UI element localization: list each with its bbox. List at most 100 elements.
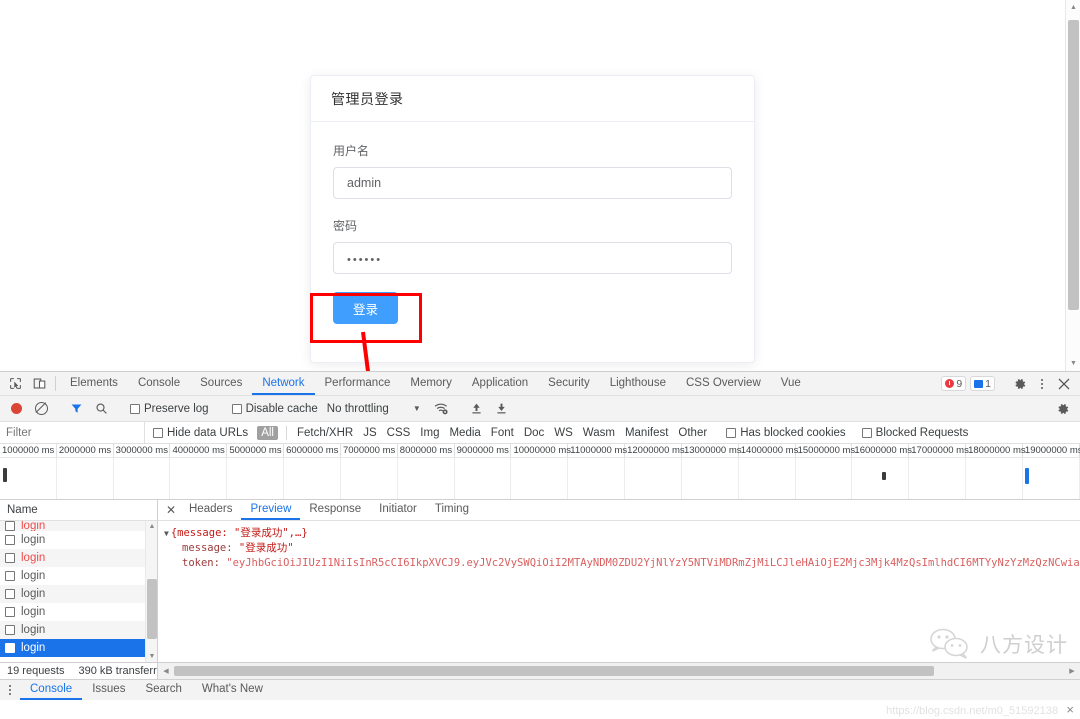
close-detail-icon[interactable]: ✕ (162, 500, 180, 520)
horizontal-scrollbar[interactable]: ◀ ▶ (158, 663, 1080, 679)
search-button[interactable] (89, 402, 113, 415)
request-name-label: login (21, 521, 46, 531)
request-list-scrollbar-thumb[interactable] (147, 579, 157, 639)
detail-tab-preview[interactable]: Preview (241, 500, 301, 520)
devtools-tab-sources[interactable]: Sources (190, 372, 252, 395)
record-button[interactable] (4, 403, 28, 414)
horizontal-scrollbar-thumb[interactable] (174, 666, 934, 676)
export-har-button[interactable] (490, 402, 514, 415)
checkbox-icon (130, 403, 140, 414)
import-har-button[interactable] (465, 402, 489, 415)
devtools-tab-application[interactable]: Application (462, 372, 538, 395)
filter-type-js[interactable]: JS (358, 427, 381, 439)
has-blocked-cookies-checkbox[interactable]: Has blocked cookies (726, 427, 846, 439)
scroll-down-arrow-icon[interactable]: ▼ (146, 651, 157, 662)
timeline-grid-cell (625, 458, 682, 499)
login-card-title: 管理员登录 (331, 90, 404, 107)
devtools-tab-network[interactable]: Network (252, 372, 315, 395)
kebab-menu-icon[interactable] (1032, 378, 1052, 389)
devtools-tab-security[interactable]: Security (538, 372, 600, 395)
drawer-kebab-menu-icon[interactable] (0, 680, 20, 700)
request-row[interactable]: login (0, 639, 157, 657)
devtools-tab-elements[interactable]: Elements (60, 372, 128, 395)
request-row[interactable]: login (0, 531, 157, 549)
username-input[interactable]: admin (333, 167, 732, 199)
filter-type-img[interactable]: Img (415, 427, 444, 439)
preserve-log-checkbox[interactable]: Preserve log (130, 403, 209, 415)
filter-type-fetch-xhr[interactable]: Fetch/XHR (292, 427, 358, 439)
request-list-header: Name (0, 500, 157, 521)
filter-toggle-button[interactable] (64, 402, 88, 415)
clear-button[interactable] (29, 402, 53, 415)
request-row[interactable]: login (0, 585, 157, 603)
close-icon[interactable] (1052, 378, 1076, 390)
devtools-tab-performance[interactable]: Performance (315, 372, 401, 395)
filter-type-css[interactable]: CSS (382, 427, 416, 439)
filter-input[interactable] (0, 422, 145, 443)
page-scrollbar[interactable]: ▲ ▼ (1065, 0, 1080, 371)
request-row[interactable]: login (0, 603, 157, 621)
disable-cache-checkbox[interactable]: Disable cache (231, 403, 318, 415)
error-count-badge[interactable]: 9 (941, 376, 967, 391)
login-submit-button[interactable]: 登录 (333, 292, 399, 324)
devtools-tab-vue[interactable]: Vue (771, 372, 811, 395)
network-summary: 19 requests 390 kB transferred (0, 663, 158, 679)
request-row[interactable]: login (0, 621, 157, 639)
timeline-tick: 3000000 ms (114, 444, 171, 457)
network-settings-gear-icon[interactable] (1051, 402, 1075, 416)
filter-type-other[interactable]: Other (673, 427, 712, 439)
transferred-label: 390 kB transferred (78, 665, 157, 677)
inspect-element-icon[interactable] (3, 372, 27, 395)
request-list-scrollbar[interactable]: ▲ ▼ (145, 521, 157, 662)
scroll-left-arrow-icon[interactable]: ◀ (158, 663, 174, 679)
message-count-badge[interactable]: 1 (970, 376, 995, 391)
devtools-tab-console[interactable]: Console (128, 372, 190, 395)
filter-type-doc[interactable]: Doc (519, 427, 549, 439)
drawer-tab-whats-new[interactable]: What's New (192, 680, 273, 700)
expand-arrow-icon[interactable]: ▼ (164, 529, 169, 538)
drawer-tab-search[interactable]: Search (135, 680, 191, 700)
checkbox-icon (231, 403, 242, 414)
wifi-settings-button[interactable] (430, 401, 454, 416)
detail-tab-response[interactable]: Response (300, 500, 370, 520)
filter-type-manifest[interactable]: Manifest (620, 427, 673, 439)
request-row[interactable]: login (0, 521, 157, 531)
scroll-right-arrow-icon[interactable]: ▶ (1064, 663, 1080, 679)
network-status-bar: 19 requests 390 kB transferred ◀ ▶ (0, 662, 1080, 679)
filter-type-font[interactable]: Font (486, 427, 519, 439)
throttling-select[interactable]: No throttling ▼ (327, 403, 421, 415)
drawer-tab-issues[interactable]: Issues (82, 680, 135, 700)
devtools-tab-lighthouse[interactable]: Lighthouse (600, 372, 676, 395)
blocked-requests-checkbox[interactable]: Blocked Requests (861, 427, 968, 439)
password-input[interactable]: •••••• (333, 242, 732, 274)
timeline-tick: 11000000 ms (570, 444, 628, 457)
filter-type-media[interactable]: Media (444, 427, 485, 439)
scroll-down-arrow-icon[interactable]: ▼ (1066, 356, 1080, 371)
request-row[interactable]: login (0, 549, 157, 567)
watermark-close-icon[interactable]: × (1066, 702, 1074, 717)
devtools-tab-css-overview[interactable]: CSS Overview (676, 372, 771, 395)
request-row[interactable]: login (0, 567, 157, 585)
drawer-tab-console[interactable]: Console (20, 680, 83, 700)
filter-type-all[interactable]: All (257, 425, 278, 440)
json-token-line: token: "eyJhbGciOiJIUzI1NiIsInR5cCI6IkpX… (164, 556, 1080, 571)
network-overview-timeline[interactable]: 1000000 ms 2000000 ms 3000000 ms 4000000 ms… (0, 444, 1080, 500)
filter-type-wasm[interactable]: Wasm (578, 427, 620, 439)
scroll-up-arrow-icon[interactable]: ▲ (1066, 0, 1080, 15)
json-root-line[interactable]: ▼ {message: "登录成功",…} (164, 526, 1080, 541)
hide-data-urls-checkbox[interactable]: Hide data URLs (153, 427, 248, 439)
detail-tab-initiator[interactable]: Initiator (370, 500, 426, 520)
detail-tab-headers[interactable]: Headers (180, 500, 241, 520)
filter-type-ws[interactable]: WS (549, 427, 578, 439)
scroll-up-arrow-icon[interactable]: ▲ (146, 521, 157, 532)
gear-icon[interactable] (1008, 377, 1032, 391)
request-list[interactable]: login login login login login login login login… (0, 521, 157, 662)
devtools-tab-memory[interactable]: Memory (400, 372, 462, 395)
page-scrollbar-thumb[interactable] (1068, 20, 1079, 310)
search-icon (95, 403, 107, 414)
timeline-tick: 12000000 ms (627, 444, 685, 457)
device-toolbar-icon[interactable] (27, 372, 51, 395)
username-label: 用户名 (333, 144, 370, 158)
detail-tab-timing[interactable]: Timing (426, 500, 478, 520)
preview-json-viewer[interactable]: ▼ {message: "登录成功",…} message: "登录成功" tok… (158, 521, 1080, 662)
